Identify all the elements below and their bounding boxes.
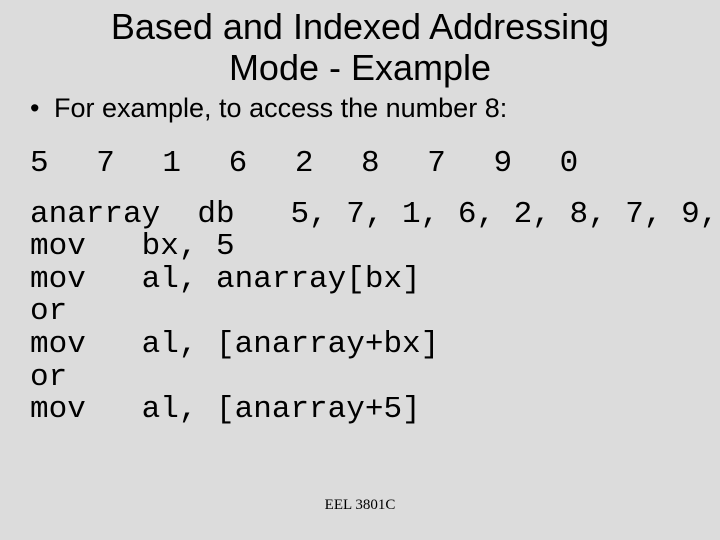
slide-title: Based and Indexed Addressing Mode - Exam… xyxy=(0,0,720,89)
bullet-line: •For example, to access the number 8: xyxy=(0,93,720,124)
slide: Based and Indexed Addressing Mode - Exam… xyxy=(0,0,720,540)
bullet-dot-icon: • xyxy=(30,93,54,124)
code-block: anarray db 5, 7, 1, 6, 2, 8, 7, 9, 0 mov… xyxy=(0,199,720,427)
title-line-1: Based and Indexed Addressing xyxy=(111,6,609,47)
footer-text: EEL 3801C xyxy=(0,497,720,514)
title-line-2: Mode - Example xyxy=(229,47,491,88)
array-values: 5 7 1 6 2 8 7 9 0 xyxy=(0,146,720,181)
bullet-text: For example, to access the number 8: xyxy=(54,93,507,123)
